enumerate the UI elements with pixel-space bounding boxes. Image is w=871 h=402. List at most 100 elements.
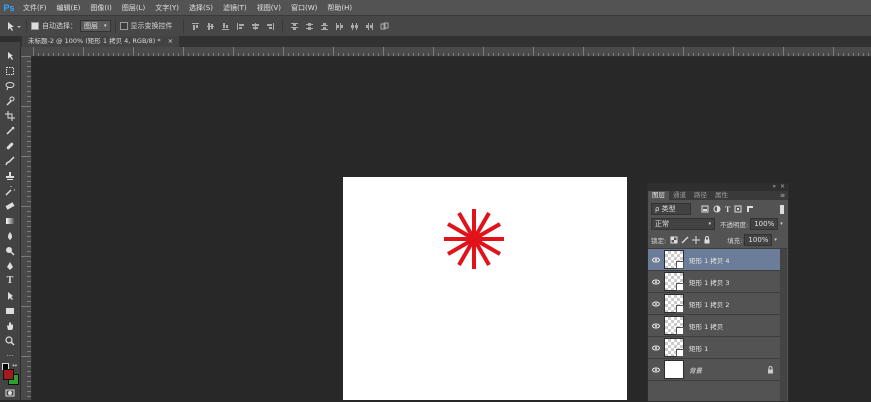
distribute-right-icon[interactable] (364, 21, 375, 32)
tab-channels[interactable]: 通道 (669, 191, 690, 200)
brush-tool-icon[interactable] (0, 153, 20, 168)
chevron-down-icon[interactable]: ▾ (780, 221, 783, 227)
show-transform-label: 显示变换控件 (130, 22, 173, 30)
layer-name: 背景 (689, 366, 702, 375)
fill-input[interactable]: 100% (744, 234, 773, 246)
crop-tool-icon[interactable] (0, 108, 20, 123)
visibility-eye-icon[interactable] (648, 279, 664, 285)
document-canvas[interactable] (343, 177, 627, 400)
eraser-tool-icon[interactable] (0, 198, 20, 213)
distribute-bottom-icon[interactable] (319, 21, 330, 32)
zoom-tool-icon[interactable] (0, 333, 20, 348)
tab-properties[interactable]: 属性 (711, 191, 732, 200)
rectangle-tool-icon[interactable] (0, 303, 20, 318)
star-shape (444, 209, 504, 269)
auto-align-icon[interactable] (379, 21, 390, 32)
visibility-eye-icon[interactable] (648, 323, 664, 329)
menu-select[interactable]: 选择(S) (184, 3, 218, 13)
move-tool-icon[interactable] (0, 48, 20, 63)
type-tool-icon[interactable]: T (0, 273, 20, 288)
document-tab[interactable]: 未标题-2 @ 100% (矩形 1 拷贝 4, RGB/8) * × (22, 36, 180, 47)
move-tool-icon[interactable] (6, 21, 22, 32)
eyedropper-tool-icon[interactable] (0, 123, 20, 138)
filter-type-icon[interactable]: T (725, 205, 730, 214)
filter-toggle-icon[interactable] (780, 204, 784, 214)
layers-scrollbar[interactable] (780, 249, 787, 401)
visibility-eye-icon[interactable] (648, 257, 664, 263)
menu-type[interactable]: 文字(Y) (150, 3, 184, 13)
lock-transparent-icon[interactable] (670, 236, 678, 244)
marquee-tool-icon[interactable] (0, 63, 20, 78)
layer-row[interactable]: 矩形 1 拷贝 3 (648, 271, 780, 293)
filter-shape-icon[interactable] (734, 205, 742, 213)
hand-tool-icon[interactable] (0, 318, 20, 333)
distribute-vcenter-icon[interactable] (304, 21, 315, 32)
distribute-left-icon[interactable] (334, 21, 345, 32)
tab-paths[interactable]: 路径 (690, 191, 711, 200)
history-brush-tool-icon[interactable] (0, 183, 20, 198)
distribute-top-icon[interactable] (289, 21, 300, 32)
align-right-icon[interactable] (265, 21, 276, 32)
visibility-eye-icon[interactable] (648, 345, 664, 351)
filter-pixel-icon[interactable] (701, 205, 709, 213)
align-hcenter-icon[interactable] (250, 21, 261, 32)
menu-filter[interactable]: 滤镜(T) (218, 3, 252, 13)
menu-image[interactable]: 图像(I) (85, 3, 117, 13)
quick-select-tool-icon[interactable] (0, 93, 20, 108)
separator (26, 19, 27, 33)
dodge-tool-icon[interactable] (0, 243, 20, 258)
align-vcenter-icon[interactable] (205, 21, 216, 32)
align-top-icon[interactable] (190, 21, 201, 32)
panel-menu-icon[interactable]: ≡ (780, 191, 785, 200)
opacity-label: 不透明度: (720, 221, 749, 229)
show-transform-checkbox[interactable] (119, 22, 128, 30)
layer-row[interactable]: 矩形 1 (648, 337, 780, 359)
tools-panel: T ··· ↔ (0, 36, 21, 400)
filter-smart-object-icon[interactable] (746, 205, 754, 213)
clone-stamp-tool-icon[interactable] (0, 168, 20, 183)
close-icon[interactable]: × (168, 37, 173, 45)
visibility-eye-icon[interactable] (648, 301, 664, 307)
pen-tool-icon[interactable] (0, 258, 20, 273)
menu-window[interactable]: 窗口(W) (286, 3, 322, 13)
auto-select-value: 图层 (84, 22, 98, 30)
opacity-input[interactable]: 100% (750, 218, 779, 230)
lasso-tool-icon[interactable] (0, 78, 20, 93)
visibility-eye-icon[interactable] (648, 367, 664, 373)
close-panel-icon[interactable]: × (780, 183, 785, 190)
gradient-tool-icon[interactable] (0, 213, 20, 228)
shape-layer-badge-icon (676, 261, 684, 269)
edit-toolbar-icon[interactable]: ··· (0, 348, 20, 363)
lock-row: 锁定: 填充: 100% ▾ (648, 234, 788, 246)
document-tab-bar: 未标题-2 @ 100% (矩形 1 拷贝 4, RGB/8) * × (20, 36, 871, 47)
align-left-icon[interactable] (235, 21, 246, 32)
layer-row[interactable]: 矩形 1 拷贝 4 (648, 249, 780, 271)
blur-tool-icon[interactable] (0, 228, 20, 243)
layer-row[interactable]: 矩形 1 拷贝 2 (648, 293, 780, 315)
filter-adjustment-icon[interactable] (713, 205, 721, 213)
healing-brush-tool-icon[interactable] (0, 138, 20, 153)
distribute-hcenter-icon[interactable] (349, 21, 360, 32)
lock-position-icon[interactable] (692, 236, 701, 244)
chevron-down-icon[interactable]: ▾ (774, 237, 777, 243)
layer-name: 矩形 1 拷贝 (689, 322, 724, 331)
auto-select-dropdown[interactable]: 图层 ▾ (80, 20, 111, 32)
lock-all-icon[interactable] (703, 236, 711, 244)
align-bottom-icon[interactable] (220, 21, 231, 32)
path-selection-tool-icon[interactable] (0, 288, 20, 303)
layer-row[interactable]: 矩形 1 拷贝 (648, 315, 780, 337)
foreground-color-swatch[interactable] (3, 369, 14, 380)
menu-view[interactable]: 视图(V) (252, 3, 286, 13)
filter-kind-dropdown[interactable]: ρ 类型 (651, 203, 691, 215)
layer-row[interactable]: 背景 (648, 359, 780, 381)
blend-mode-dropdown[interactable]: 正常 ▾ (651, 218, 715, 230)
collapse-icon[interactable]: » (772, 183, 776, 190)
menu-help[interactable]: 帮助(H) (322, 3, 357, 13)
menu-layer[interactable]: 图层(L) (117, 3, 150, 13)
tab-layers[interactable]: 图层 (648, 191, 669, 200)
lock-image-icon[interactable] (681, 236, 689, 244)
menu-edit[interactable]: 编辑(E) (52, 3, 86, 13)
quick-mask-icon[interactable] (0, 385, 20, 400)
auto-select-checkbox[interactable] (31, 22, 39, 30)
menu-file[interactable]: 文件(F) (18, 3, 52, 13)
